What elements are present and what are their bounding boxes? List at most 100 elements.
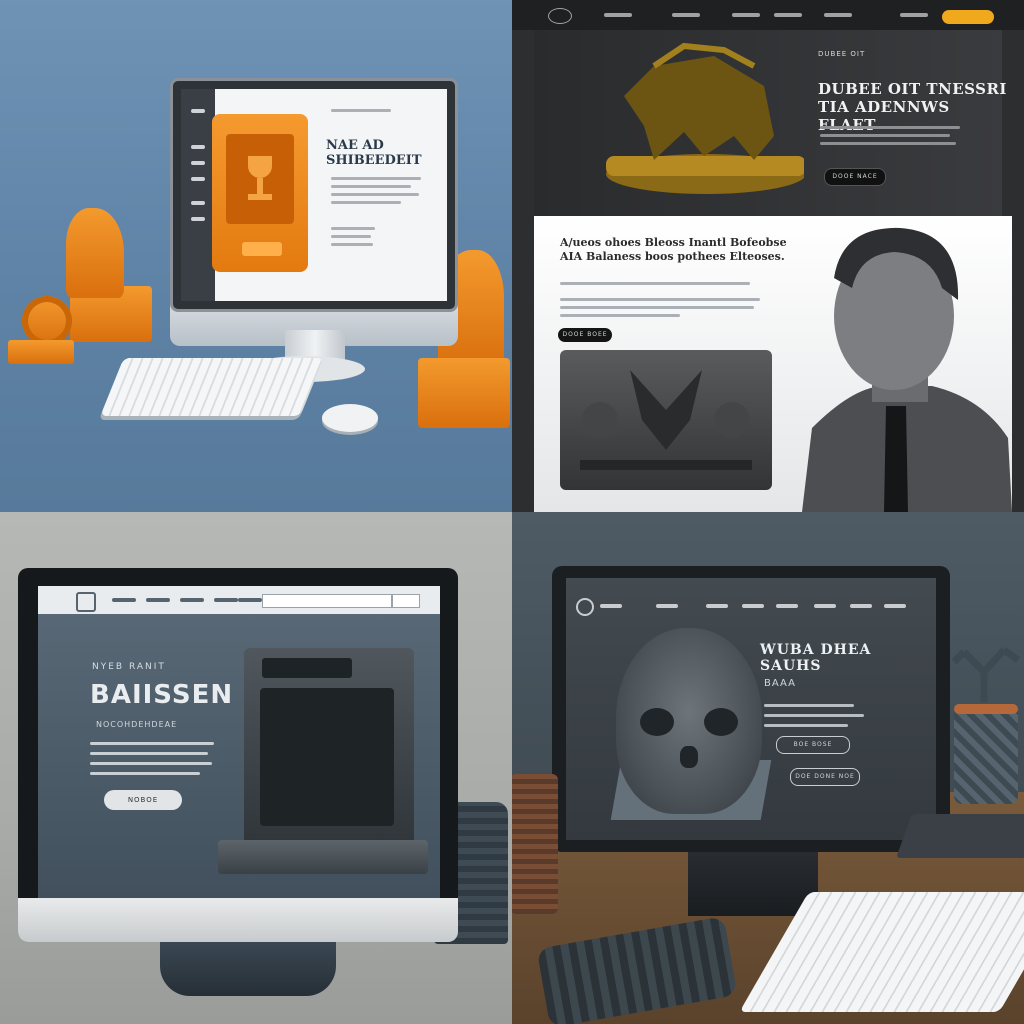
- feature-text-line: [560, 282, 750, 285]
- hero-text-line: [90, 752, 208, 755]
- nav-link[interactable]: [656, 604, 678, 608]
- feature-text-line: [560, 298, 760, 301]
- hero-subtitle: BAAA: [764, 678, 796, 689]
- screen-headline: NAE AD SHIBEEDEIT: [326, 138, 436, 168]
- 3d-printer-icon: [212, 114, 308, 272]
- screen-text-line: [331, 177, 421, 180]
- nav-link[interactable]: [814, 604, 836, 608]
- nav-link[interactable]: [146, 598, 170, 602]
- nav-link[interactable]: [884, 604, 906, 608]
- hero-text-line: [820, 134, 950, 137]
- orange-pedestal-right: [418, 358, 510, 428]
- nav-link[interactable]: [850, 604, 872, 608]
- monitor-stand: [688, 842, 818, 916]
- orange-horse-figure: [66, 208, 124, 298]
- primary-cta-button[interactable]: BOE BOSE: [776, 736, 850, 754]
- sidebar-item[interactable]: [191, 145, 205, 149]
- mouse[interactable]: [322, 404, 378, 432]
- nav-link[interactable]: [732, 13, 760, 17]
- hero-eyebrow: NYEB RANIT: [92, 662, 166, 672]
- logo-icon[interactable]: [548, 8, 572, 24]
- hero-text-line: [90, 772, 200, 775]
- screen-text-line: [331, 227, 375, 230]
- sidebar-item[interactable]: [191, 201, 205, 205]
- printer-window: [226, 134, 294, 224]
- hero-cta-button[interactable]: NOBOE: [104, 790, 182, 810]
- sidebar-item[interactable]: [191, 161, 205, 165]
- logo-icon[interactable]: [76, 592, 96, 612]
- search-button[interactable]: [392, 594, 420, 608]
- device-top-label: [262, 658, 352, 678]
- top-nav: [512, 0, 1024, 30]
- sidebar-item[interactable]: [191, 109, 205, 113]
- headline-line-2: SHIBEEDEIT: [326, 153, 422, 168]
- nav-link[interactable]: [214, 598, 238, 602]
- nav-link[interactable]: [824, 13, 852, 17]
- device-relief-face: [260, 688, 394, 826]
- hero-cta-button[interactable]: DOOE NACE: [824, 168, 886, 186]
- device-base: [218, 840, 428, 874]
- nav-link[interactable]: [112, 598, 136, 602]
- search-input[interactable]: [262, 594, 392, 608]
- panel-orange-printer-scene: NAE AD SHIBEEDEIT: [0, 0, 512, 512]
- trophy-icon: [248, 156, 272, 200]
- panel-desk-monitor-scene: WUBA DHEA SAUHS BAAA BOE BOSE DOE DONE N…: [512, 512, 1024, 1024]
- screen-text-line: [331, 193, 419, 196]
- monitor-chin: [18, 898, 458, 942]
- branch-sculpture: [951, 647, 1021, 702]
- feature-title-line-1: A/ueos ohoes Bleoss Inantl Bofeobse: [560, 236, 787, 249]
- man-portrait: [802, 227, 1012, 512]
- headline-line-1: NAE AD: [326, 138, 384, 153]
- secondary-cta-button[interactable]: DOE DONE NOE: [790, 768, 860, 786]
- relief-pattern: [580, 370, 752, 470]
- hero-text-line: [764, 714, 864, 717]
- skull-nose: [680, 746, 698, 768]
- planter-rim: [954, 704, 1018, 714]
- hero-text-line: [820, 142, 956, 145]
- keyboard[interactable]: [100, 358, 324, 416]
- nav-link[interactable]: [604, 13, 632, 17]
- hero-text-line: [764, 724, 848, 727]
- hero-title: WUBA DHEA SAUHS: [760, 642, 872, 674]
- nav-link[interactable]: [742, 604, 764, 608]
- printed-device: [244, 648, 414, 848]
- orange-disc-figure: [22, 296, 72, 346]
- orange-disc-base: [8, 340, 74, 364]
- nav-link[interactable]: [706, 604, 728, 608]
- hero-text-line: [820, 126, 960, 129]
- site-nav: [38, 586, 440, 614]
- sidebar-item[interactable]: [191, 217, 205, 221]
- nav-link[interactable]: [238, 598, 262, 602]
- feature-cta-button[interactable]: DOOE BOEE: [558, 328, 612, 342]
- feature-title-line-2: AIA Balaness boos pothees Elteoses.: [560, 250, 785, 263]
- hero-tagline: NOCOHDEHDEAE: [96, 720, 178, 729]
- hero-title: BAIISSEN: [90, 680, 234, 710]
- nav-link[interactable]: [600, 604, 622, 608]
- sidebar-item[interactable]: [191, 177, 205, 181]
- hero-title-line-1: DUBEE OIT TNESSRI: [818, 80, 1007, 98]
- nav-link[interactable]: [774, 13, 802, 17]
- logo-icon[interactable]: [576, 598, 594, 616]
- notebook: [895, 814, 1024, 858]
- nav-link[interactable]: [776, 604, 798, 608]
- screen-text-line: [331, 185, 411, 188]
- skull-eye-left: [640, 708, 674, 736]
- nav-link[interactable]: [180, 598, 204, 602]
- printer-slot: [242, 242, 282, 256]
- sculpture-planter: [954, 704, 1018, 804]
- nav-link[interactable]: [672, 13, 700, 17]
- panel-dark-landing-page: DUBEE OIT DUBEE OIT TNESSRI TIA ADENNWS …: [512, 0, 1024, 512]
- hero-text-line: [90, 742, 214, 745]
- nav-cta-button[interactable]: [942, 10, 994, 24]
- screen-text-line: [331, 243, 373, 246]
- monitor-screen: NYEB RANIT BAIISSEN NOCOHDEHDEAE NOBOE: [38, 586, 440, 900]
- nav-link[interactable]: [900, 13, 928, 17]
- hero-eyebrow: DUBEE OIT: [818, 50, 866, 58]
- dragon-statue: [606, 42, 804, 194]
- skull-eye-right: [704, 708, 738, 736]
- relief-sculpture: [560, 350, 772, 490]
- screen-sidebar: [181, 89, 215, 301]
- feature-text-line: [560, 314, 680, 317]
- skull-mask-icon: [616, 628, 762, 814]
- monitor: NYEB RANIT BAIISSEN NOCOHDEHDEAE NOBOE: [18, 568, 458, 942]
